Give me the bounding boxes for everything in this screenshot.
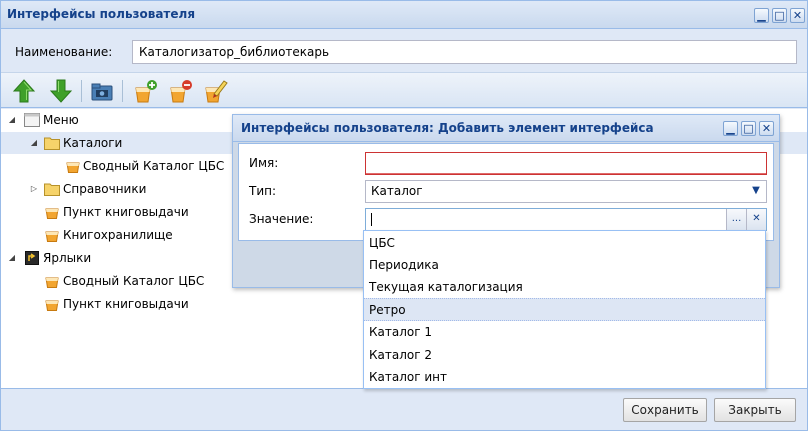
close-button[interactable]: Закрыть [714,398,796,422]
ellipsis-button[interactable]: ... [726,209,746,230]
toolbar [1,72,807,108]
type-value: Каталог [371,184,423,198]
tree-node-label: Пункт книговыдачи [63,297,189,311]
element-icon [45,208,59,219]
element-icon [45,300,59,311]
type-label: Тип: [249,184,277,198]
maximize-icon[interactable]: □ [772,8,787,23]
dropdown-option[interactable]: Каталог 2 [364,344,765,367]
minimize-icon[interactable]: ▁ [754,8,769,23]
expand-arrow-icon[interactable]: ◢ [7,109,17,131]
close-icon[interactable]: ✕ [790,8,805,23]
maximize-icon[interactable]: □ [741,121,756,136]
dropdown-option[interactable]: Каталог инт [364,366,765,389]
tree-node-label: Справочники [63,182,147,196]
delete-element-icon[interactable] [167,78,193,104]
window-title: Интерфейсы пользователя [7,7,196,21]
name-label: Наименование: [15,45,113,59]
expand-arrow-icon[interactable]: ◢ [7,247,17,269]
tree-node-label: Сводный Каталог ЦБС [63,274,205,288]
dialog-form: Имя: Тип: Каталог ▼ Значение: ... ✕ [238,143,774,241]
type-combobox[interactable]: Каталог ▼ [365,180,767,203]
shortcut-icon [25,251,39,265]
element-icon [45,277,59,288]
folder-icon [44,137,60,150]
name-field[interactable] [365,152,767,175]
tree-node-label: Книгохранилище [63,228,173,242]
dropdown-option[interactable]: Периодика [364,254,765,277]
tree-node-label: Каталоги [63,136,123,150]
dialog-header: Интерфейсы пользователя: Добавить элемен… [233,115,779,142]
dropdown-option[interactable]: ЦБС [364,232,765,255]
clear-icon[interactable]: ✕ [746,209,766,230]
folder-icon [44,183,60,196]
value-label: Значение: [249,212,314,226]
tree-node-label: Ярлыки [43,251,92,265]
expand-arrow-icon[interactable]: ▷ [29,178,39,200]
arrow-down-icon[interactable] [48,78,74,104]
window-footer: Сохранить Закрыть [1,390,807,430]
save-button[interactable]: Сохранить [623,398,707,422]
dropdown-option[interactable]: Каталог 1 [364,321,765,344]
expand-arrow-icon[interactable]: ◢ [29,132,39,154]
dropdown-option[interactable]: Текущая каталогизация [364,276,765,299]
edit-element-icon[interactable] [202,78,228,104]
element-icon [66,162,80,173]
close-icon[interactable]: ✕ [759,121,774,136]
tree-node-label: Меню [43,113,79,127]
add-element-icon[interactable] [132,78,158,104]
toolbar-separator [122,80,123,102]
value-dropdown-list: ЦБС Периодика Текущая каталогизация Ретр… [363,230,766,389]
name-row: Наименование: Каталогизатор_библиотекарь [1,30,807,72]
tree-node-label: Пункт книговыдачи [63,205,189,219]
arrow-up-icon[interactable] [11,78,37,104]
toolbar-separator [81,80,82,102]
chevron-down-icon[interactable]: ▼ [746,181,766,202]
menu-icon [24,113,40,127]
value-field[interactable]: ... ✕ [365,208,767,231]
element-icon [45,231,59,242]
dropdown-option-highlighted[interactable]: Ретро [364,298,765,321]
window-header: Интерфейсы пользователя ▁ □ ✕ [1,1,807,29]
name-label: Имя: [249,156,279,170]
name-field[interactable]: Каталогизатор_библиотекарь [132,40,797,64]
minimize-icon[interactable]: ▁ [723,121,738,136]
text-cursor [371,213,372,226]
tree-node-label: Сводный Каталог ЦБС [83,159,225,173]
dialog-title: Интерфейсы пользователя: Добавить элемен… [241,121,654,135]
add-folder-icon[interactable] [89,78,115,104]
